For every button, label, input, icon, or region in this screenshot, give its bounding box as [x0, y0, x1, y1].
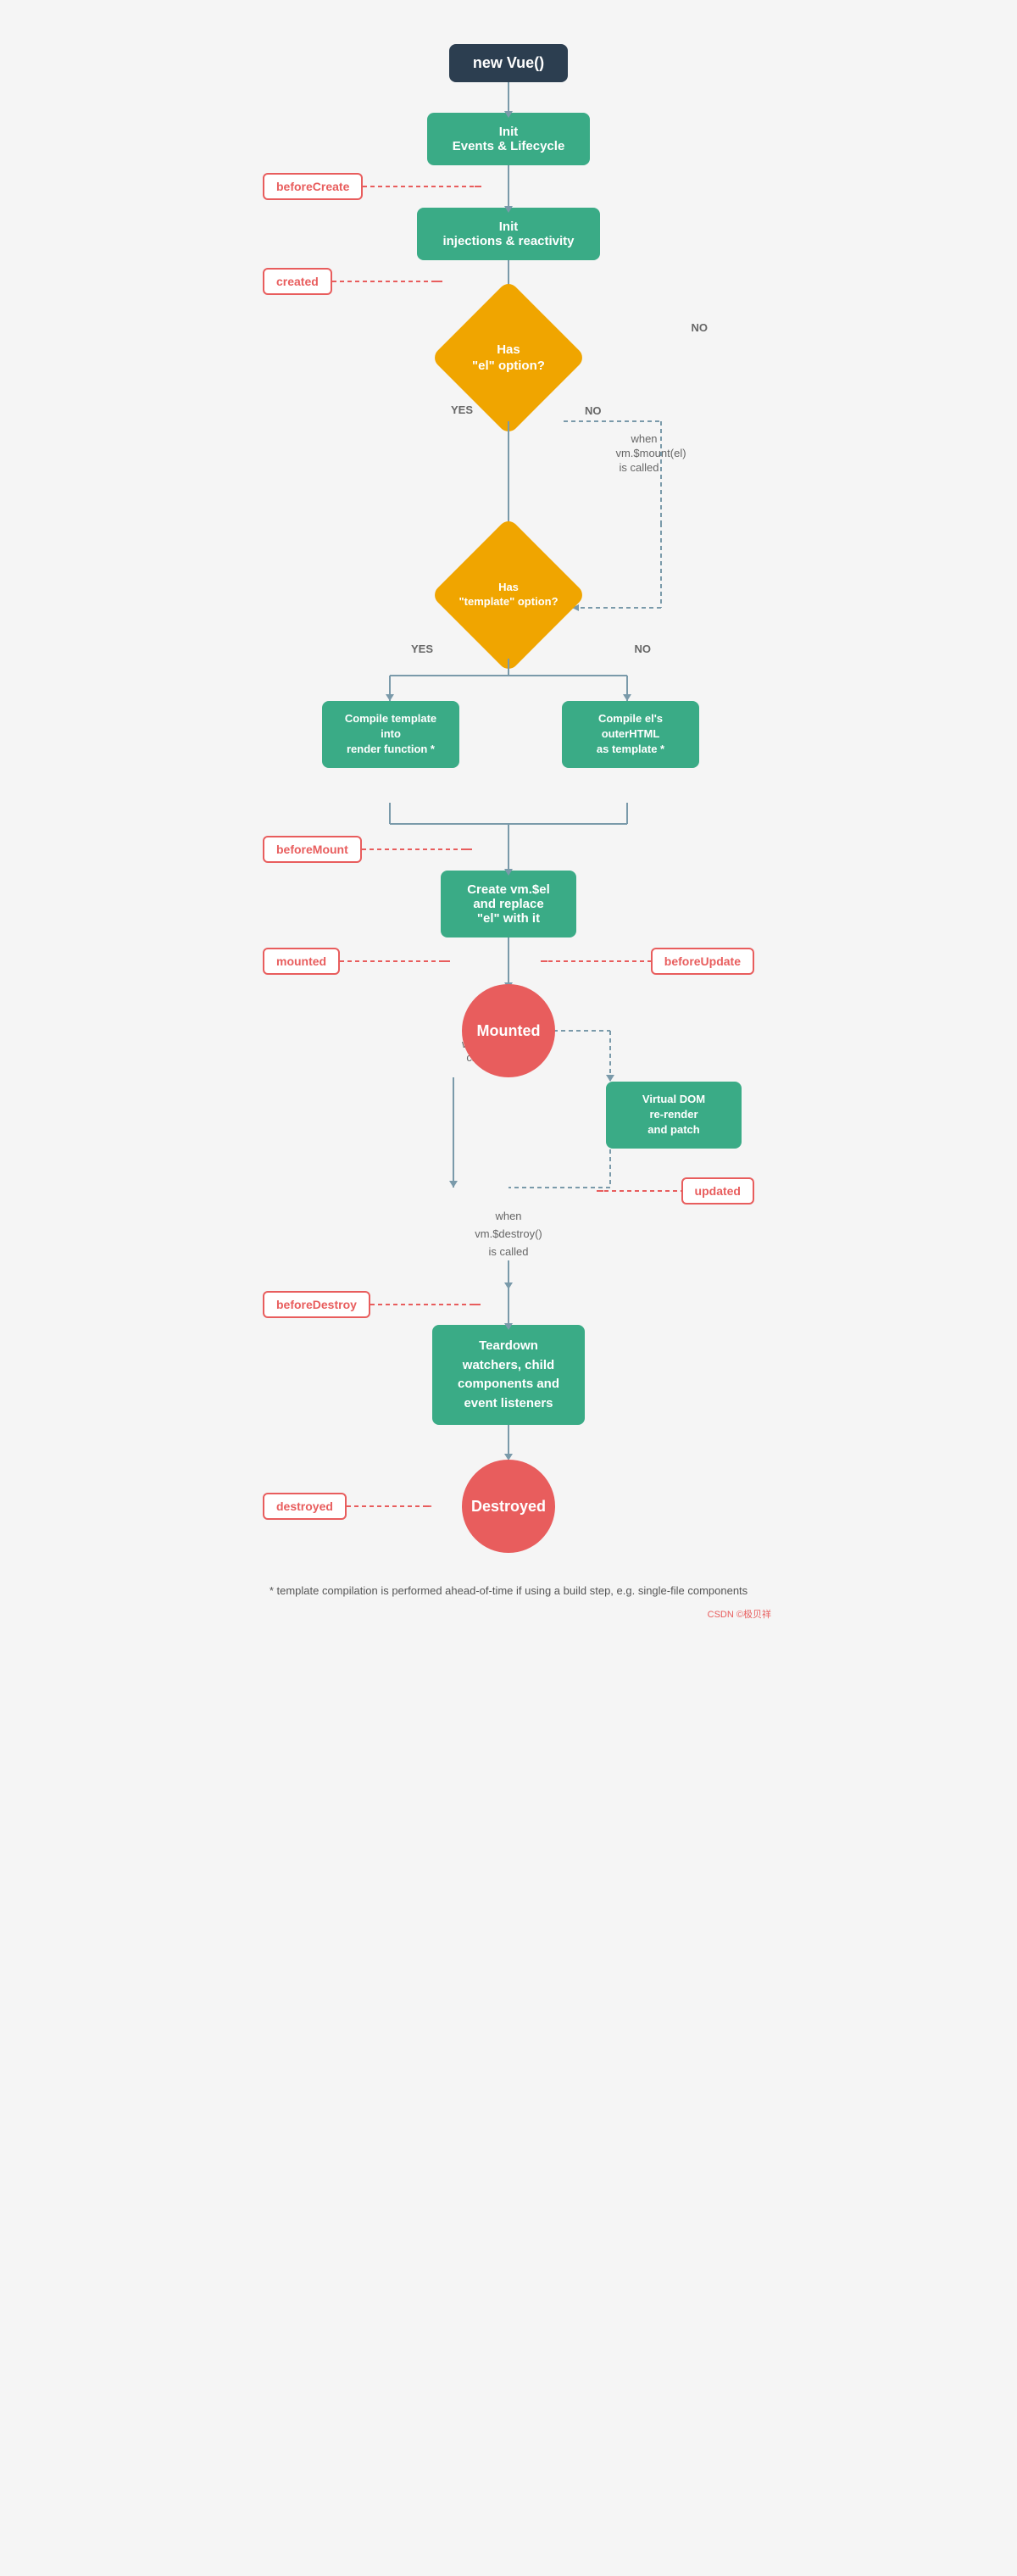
- when-destroy-label: when vm.$destroy() is called: [475, 1208, 542, 1260]
- mounted-circle: Mounted: [462, 984, 555, 1077]
- mounted-hook: mounted: [263, 948, 340, 975]
- dashed-connector-created: [332, 281, 442, 282]
- has-template-diamond: Has "template" option?: [431, 517, 586, 673]
- arrow-1: [508, 82, 509, 113]
- teardown-node: Teardown watchers, child components and …: [432, 1325, 585, 1425]
- lifecycle-diagram: new Vue() Init Events & Lifecycle before…: [237, 17, 780, 1621]
- watermark: CSDN ©极贝祥: [237, 1607, 780, 1621]
- dashed-beforemount: [362, 848, 472, 850]
- dashed-beforeupdate: [541, 960, 651, 962]
- arrow-mounted: [508, 937, 509, 984]
- destroyed-circle: Destroyed: [462, 1460, 555, 1553]
- svg-text:when: when: [630, 432, 657, 445]
- arrow-2: [508, 165, 509, 208]
- dashed-updated: [597, 1190, 681, 1192]
- no-el-branch-svg: NO when vm.$mount(el) is called: [237, 421, 780, 523]
- updated-hook: updated: [681, 1177, 754, 1205]
- arrow-beforedestroy: [508, 1284, 509, 1325]
- before-destroy-hook: beforeDestroy: [263, 1291, 370, 1318]
- init-injections-node: Init injections & reactivity: [417, 208, 599, 260]
- compile-template-node: Compile template into render function *: [322, 701, 459, 768]
- create-vm-sel-node: Create vm.$el and replace "el" with it: [441, 871, 576, 937]
- init-events-node: Init Events & Lifecycle: [427, 113, 591, 165]
- before-update-hook: beforeUpdate: [651, 948, 754, 975]
- svg-text:vm.$mount(el): vm.$mount(el): [615, 447, 686, 459]
- arrow-beforemount: [508, 828, 509, 871]
- yes-label-1: YES: [451, 403, 473, 416]
- before-mount-hook: beforeMount: [263, 836, 362, 863]
- svg-text:NO: NO: [585, 404, 602, 417]
- no-label-1: NO: [692, 321, 709, 334]
- dashed-destroyed: [347, 1505, 431, 1507]
- dashed-beforedestroy: [370, 1304, 481, 1305]
- dashed-mounted: [340, 960, 450, 962]
- created-hook: created: [263, 268, 332, 295]
- arrow-teardown: [508, 1425, 509, 1455]
- new-vue-node: new Vue(): [449, 44, 568, 82]
- no-label-2: NO: [635, 643, 652, 655]
- svg-text:is called: is called: [620, 461, 659, 474]
- footnote: * template compilation is performed ahea…: [270, 1583, 747, 1600]
- dashed-connector-beforecreate: [363, 186, 481, 187]
- yes-label-2: YES: [411, 643, 433, 655]
- arrow-destroy: [508, 1260, 509, 1284]
- compile-elhtml-node: Compile el's outerHTML as template *: [562, 701, 699, 768]
- before-create-hook: beforeCreate: [263, 173, 363, 200]
- destroyed-hook: destroyed: [263, 1493, 347, 1520]
- virtual-dom-node: Virtual DOM re-render and patch: [606, 1082, 742, 1149]
